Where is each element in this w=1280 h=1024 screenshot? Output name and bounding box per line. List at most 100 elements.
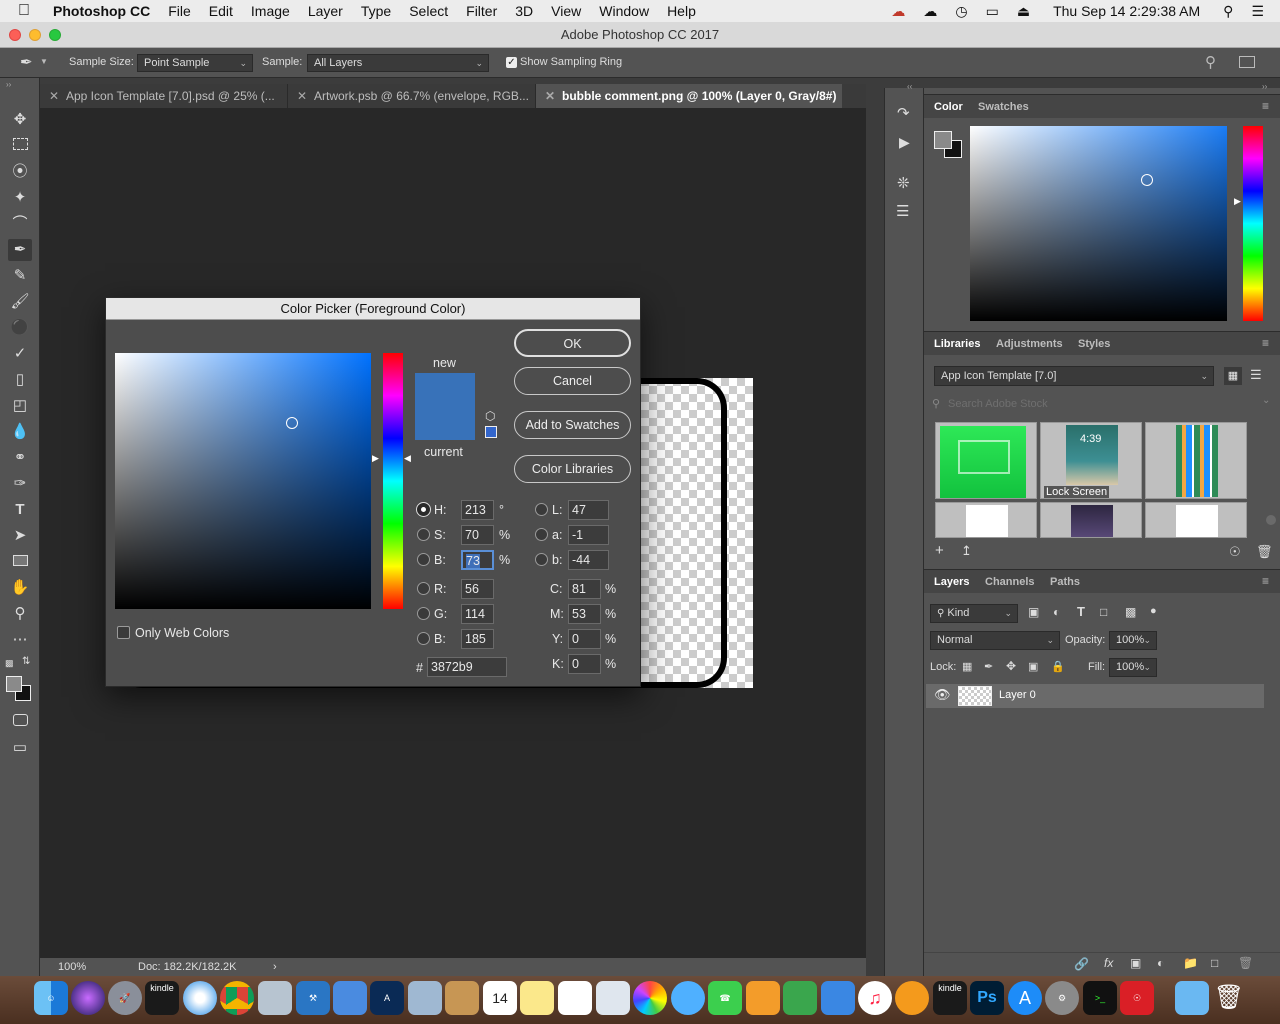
swap-colors-icon[interactable]: ⇅ xyxy=(22,656,30,667)
artboard-icon[interactable]: A xyxy=(370,981,404,1015)
preview-icon[interactable] xyxy=(258,981,292,1015)
itunes-icon[interactable]: ♫ xyxy=(858,981,892,1015)
reminders-icon[interactable] xyxy=(558,981,592,1015)
tab-channels[interactable]: Channels xyxy=(985,576,1035,588)
menu-3d[interactable]: 3D xyxy=(506,3,542,19)
library-tile-row2-b[interactable] xyxy=(1040,502,1142,538)
spotlight-search-icon[interactable]: ⚲ xyxy=(1214,3,1242,20)
eraser-tool-icon[interactable]: ▯ xyxy=(8,369,32,391)
only-web-colors-checkbox[interactable] xyxy=(117,626,130,639)
creative-cloud-menu-icon[interactable]: ☁ xyxy=(882,3,914,20)
yellow-field[interactable]: 0 xyxy=(568,629,601,649)
mail-bird-icon[interactable] xyxy=(408,981,442,1015)
cancel-button[interactable]: Cancel xyxy=(514,367,631,395)
hue-slider-right-arrow-icon[interactable]: ◀ xyxy=(404,453,411,464)
tab-app-icon-template[interactable]: ✕ App Icon Template [7.0].psd @ 25% (... xyxy=(40,84,288,108)
kindle-2-icon[interactable]: kindle xyxy=(933,981,967,1015)
black-field[interactable]: 0 xyxy=(568,654,601,674)
eyedropper-tool-icon[interactable]: ✒ xyxy=(8,239,32,261)
upload-icon[interactable]: ↥ xyxy=(961,543,972,559)
opacity-input[interactable]: 100% ⌄ xyxy=(1109,631,1157,650)
notes-icon[interactable] xyxy=(520,981,554,1015)
downloads-folder-icon[interactable] xyxy=(1175,981,1209,1015)
pages-icon[interactable] xyxy=(746,981,780,1015)
new-layer-icon[interactable]: □ xyxy=(1211,956,1218,970)
properties-panel-icon[interactable]: ☰ xyxy=(896,202,909,220)
color-panel-hue-slider[interactable] xyxy=(1243,126,1263,321)
screen-mode-icon[interactable]: ▭ xyxy=(8,737,32,759)
tab-layers[interactable]: Layers xyxy=(934,576,969,588)
apple-icon[interactable]:  xyxy=(0,2,44,20)
out-of-gamut-cube-icon[interactable]: ⬡ xyxy=(485,409,495,423)
eye-icon[interactable]: 👁 xyxy=(934,687,951,703)
eyedropper-tool-preset-icon[interactable]: ✒ xyxy=(20,53,33,71)
hue-slider-left-arrow-icon[interactable]: ▶ xyxy=(372,453,379,464)
xcode-icon[interactable]: ⚒ xyxy=(296,981,330,1015)
panel-menu-icon[interactable]: ≡ xyxy=(1262,574,1269,588)
radio-green[interactable] xyxy=(417,607,430,620)
collapse-icons-icon[interactable]: ‹‹ xyxy=(907,82,912,91)
path-selection-tool-icon[interactable]: ➤ xyxy=(8,525,32,547)
color-libraries-button[interactable]: Color Libraries xyxy=(514,455,631,483)
menu-select[interactable]: Select xyxy=(400,3,457,19)
color-panel-picker-ring[interactable] xyxy=(1141,174,1153,186)
radio-blue[interactable] xyxy=(417,632,430,645)
menu-file[interactable]: File xyxy=(159,3,200,19)
tab-adjustments[interactable]: Adjustments xyxy=(996,338,1063,350)
radio-lightness[interactable] xyxy=(535,503,548,516)
chevron-down-icon[interactable]: ⌄ xyxy=(1262,395,1270,406)
close-tab-icon[interactable]: ✕ xyxy=(297,84,307,108)
library-tile-lock-screen[interactable]: 4:39 Lock Screen xyxy=(1040,422,1142,499)
trash-icon[interactable]: 🗑 xyxy=(1212,981,1246,1015)
launchpad-icon[interactable]: 🚀 xyxy=(108,981,142,1015)
brush-tool-icon[interactable]: 🖌 xyxy=(8,291,32,313)
tool-preset-chevron-icon[interactable]: ▼ xyxy=(40,57,48,66)
panel-menu-icon[interactable]: ≡ xyxy=(1262,99,1269,113)
minimize-window-button[interactable] xyxy=(29,29,41,41)
add-mask-icon[interactable]: ▣ xyxy=(1130,956,1141,970)
chevron-down-icon[interactable]: ⌄ xyxy=(1143,632,1151,648)
b-channel-field[interactable]: -44 xyxy=(568,550,609,570)
quick-mask-icon[interactable] xyxy=(8,711,32,733)
filter-adjustment-icon[interactable]: ◐ xyxy=(1053,605,1060,619)
menu-app-name[interactable]: Photoshop CC xyxy=(44,3,159,19)
numbers-icon[interactable] xyxy=(783,981,817,1015)
search-icon[interactable]: ⚲ xyxy=(1205,53,1216,71)
photos-viewer-icon[interactable] xyxy=(596,981,630,1015)
safari-icon[interactable] xyxy=(183,981,217,1015)
hue-slider-arrow-icon[interactable]: ▶ xyxy=(1234,196,1241,207)
airplay-icon[interactable]: ▭ xyxy=(977,3,1008,20)
lock-artboard-icon[interactable]: ▣ xyxy=(1028,660,1038,673)
close-window-button[interactable] xyxy=(9,29,21,41)
blend-mode-select[interactable]: Normal ⌄ xyxy=(930,631,1060,650)
blur-tool-icon[interactable]: 💧 xyxy=(8,421,32,443)
grid-view-icon[interactable]: ▦ xyxy=(1224,367,1242,385)
radio-hue[interactable] xyxy=(417,503,430,516)
sample-size-select[interactable]: Point Sample ⌄ xyxy=(137,54,253,72)
kindle-icon[interactable]: kindle xyxy=(145,981,179,1015)
app-store-icon[interactable]: A xyxy=(1008,981,1042,1015)
hand-tool-icon[interactable]: ✋ xyxy=(8,577,32,599)
menu-view[interactable]: View xyxy=(542,3,590,19)
clone-stamp-tool-icon[interactable]: ⚫ xyxy=(8,317,32,339)
creative-cloud-sync-icon[interactable]: ☉ xyxy=(1229,544,1241,560)
type-tool-icon[interactable]: T xyxy=(8,499,32,521)
history-brush-tool-icon[interactable]: ✓ xyxy=(8,343,32,365)
tab-bubble-comment[interactable]: ✕ bubble comment.png @ 100% (Layer 0, Gr… xyxy=(536,84,842,108)
saturation-field[interactable]: 70 xyxy=(461,525,494,545)
zoom-level[interactable]: 100% xyxy=(58,958,86,976)
eject-icon[interactable]: ⏏ xyxy=(1008,3,1039,20)
add-content-icon[interactable]: + xyxy=(935,542,944,559)
foreground-color-swatch[interactable] xyxy=(6,676,22,692)
library-tile-mail[interactable] xyxy=(935,422,1037,499)
library-tile-home-screen[interactable] xyxy=(1145,422,1247,499)
filter-type-icon[interactable]: T xyxy=(1077,604,1085,619)
more-tools-icon[interactable]: ⋯ xyxy=(8,629,32,651)
adjustment-layer-icon[interactable]: ◐ xyxy=(1157,956,1164,970)
layer-style-icon[interactable]: fx xyxy=(1104,956,1113,970)
messages-icon[interactable] xyxy=(671,981,705,1015)
collapse-panel-icon[interactable]: ›› xyxy=(6,80,11,89)
list-view-icon[interactable]: ☰ xyxy=(1250,367,1262,383)
color-field-picker-ring[interactable] xyxy=(286,417,298,429)
color-panel-fg-swatch[interactable] xyxy=(934,131,952,149)
